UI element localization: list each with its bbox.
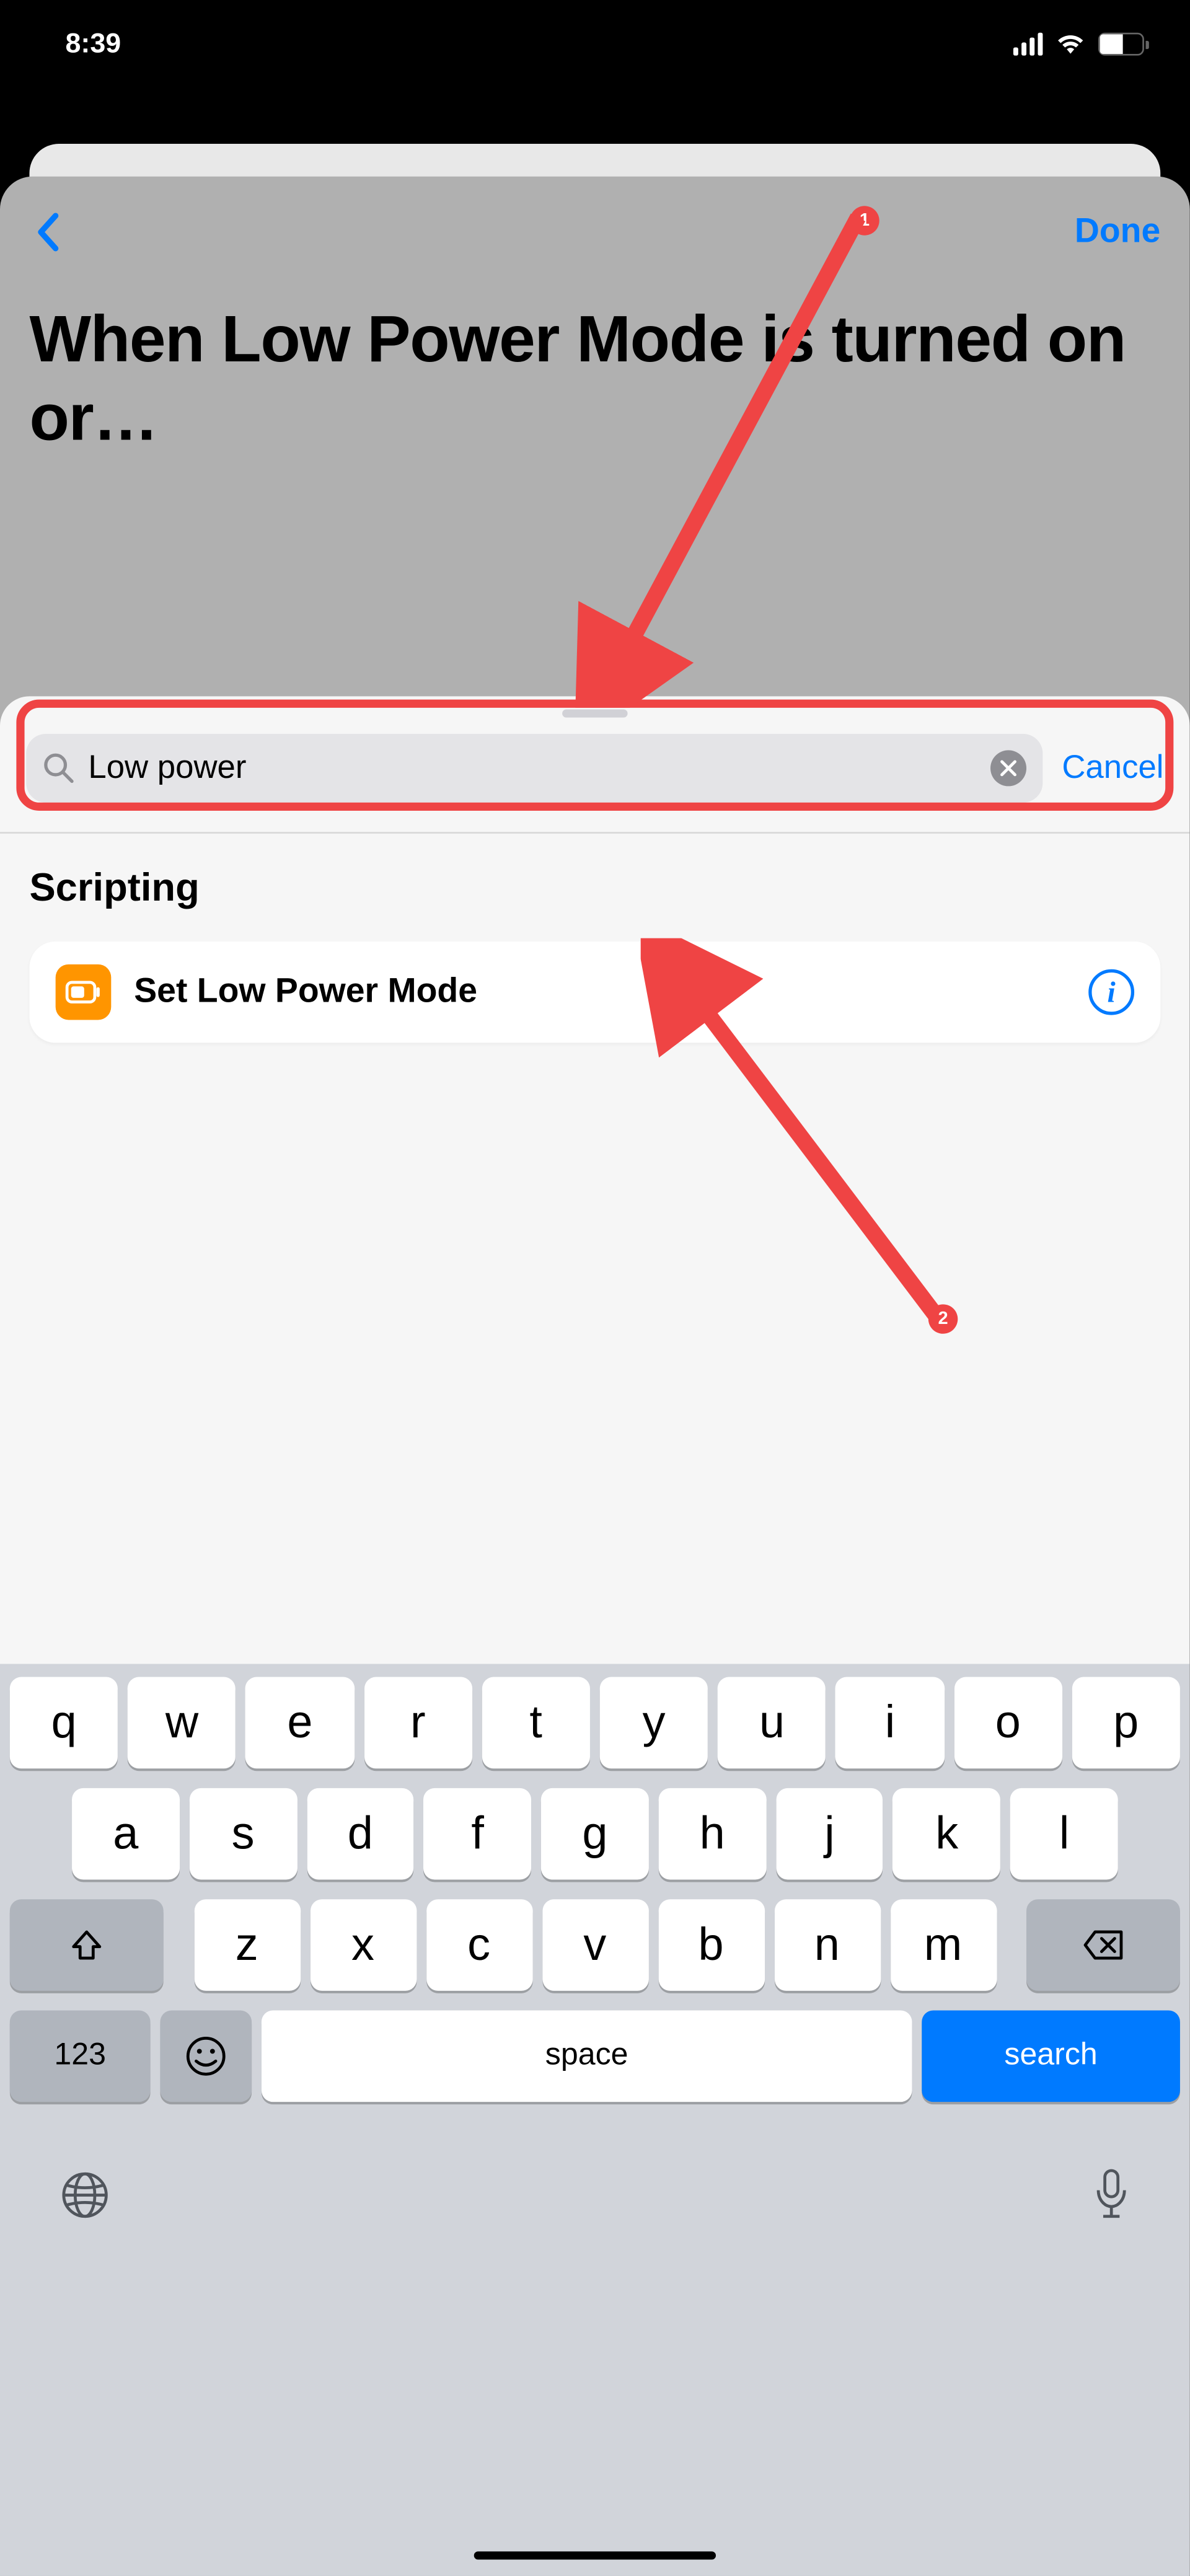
keyboard: q w e r t y u i o p a s d [0,1664,1190,2575]
key-x[interactable]: x [310,1899,416,1991]
key-z[interactable]: z [193,1899,299,1991]
battery-indicator: 54 [1098,33,1144,56]
home-indicator[interactable] [474,2551,716,2559]
clear-search-button[interactable] [990,750,1026,786]
key-123[interactable]: 123 [10,2011,151,2102]
emoji-icon [183,2033,229,2079]
done-button[interactable]: Done [1075,213,1160,252]
keyboard-row-1: q w e r t y u i o p [7,1677,1184,1769]
cancel-search-button[interactable]: Cancel [1062,749,1163,787]
key-s[interactable]: s [189,1788,296,1880]
key-j[interactable]: j [776,1788,883,1880]
sheet-grabber[interactable] [562,709,627,717]
automation-sheet: Done When Low Power Mode is turned on or… [0,177,1190,2576]
key-space[interactable]: space [262,2011,912,2102]
cellular-signal-icon [1013,33,1042,56]
search-input[interactable] [88,749,977,787]
key-a[interactable]: a [72,1788,179,1880]
battery-percent: 54 [1112,35,1130,53]
key-l[interactable]: l [1010,1788,1117,1880]
search-field[interactable] [26,734,1042,803]
search-icon [43,752,76,785]
status-time: 8:39 [65,28,121,61]
key-u[interactable]: u [718,1677,826,1769]
key-g[interactable]: g [541,1788,648,1880]
key-search[interactable]: search [922,2011,1180,2102]
action-label: Set Low Power Mode [134,973,1065,1012]
mic-icon [1092,2168,1131,2223]
key-c[interactable]: c [426,1899,532,1991]
key-r[interactable]: r [364,1677,472,1769]
back-button[interactable] [29,206,65,258]
key-y[interactable]: y [600,1677,708,1769]
key-p[interactable]: p [1072,1677,1180,1769]
key-k[interactable]: k [893,1788,1000,1880]
key-v[interactable]: v [542,1899,648,1991]
key-dictation[interactable] [1092,2168,1131,2231]
backspace-icon [1082,1929,1125,1962]
keyboard-row-4: 123 space search [7,2011,1184,2102]
key-backspace[interactable] [1026,1899,1180,1991]
key-h[interactable]: h [658,1788,765,1880]
globe-icon [59,2169,111,2221]
action-info-button[interactable]: i [1088,969,1134,1015]
keyboard-row-3: z x c v b n m [7,1899,1184,1991]
status-bar: 8:39 54 [0,0,1190,88]
key-shift[interactable] [10,1899,164,1991]
key-m[interactable]: m [890,1899,996,1991]
wifi-icon [1056,33,1085,56]
keyboard-row-2: a s d f g h j k l [7,1788,1184,1880]
key-q[interactable]: q [10,1677,118,1769]
key-emoji[interactable] [160,2011,252,2102]
x-icon [1000,760,1016,776]
chevron-left-icon [36,213,59,252]
key-e[interactable]: e [246,1677,355,1769]
key-f[interactable]: f [424,1788,531,1880]
key-n[interactable]: n [774,1899,880,1991]
key-t[interactable]: t [482,1677,590,1769]
shift-icon [69,1927,105,1963]
section-header: Scripting [29,867,1160,912]
key-w[interactable]: w [128,1677,236,1769]
key-d[interactable]: d [307,1788,414,1880]
low-power-mode-icon [56,964,112,1020]
annotation-badge-2: 2 [928,1304,958,1333]
key-o[interactable]: o [954,1677,1062,1769]
key-b[interactable]: b [658,1899,764,1991]
key-globe[interactable] [59,2169,111,2230]
page-title: When Low Power Mode is turned on or… [0,268,1190,506]
status-indicators: 54 [1013,33,1144,56]
action-set-low-power-mode[interactable]: Set Low Power Mode i [29,942,1160,1043]
search-sheet: Cancel Scripting [0,696,1190,2576]
annotation-badge-1: 1 [850,206,879,235]
key-i[interactable]: i [836,1677,945,1769]
